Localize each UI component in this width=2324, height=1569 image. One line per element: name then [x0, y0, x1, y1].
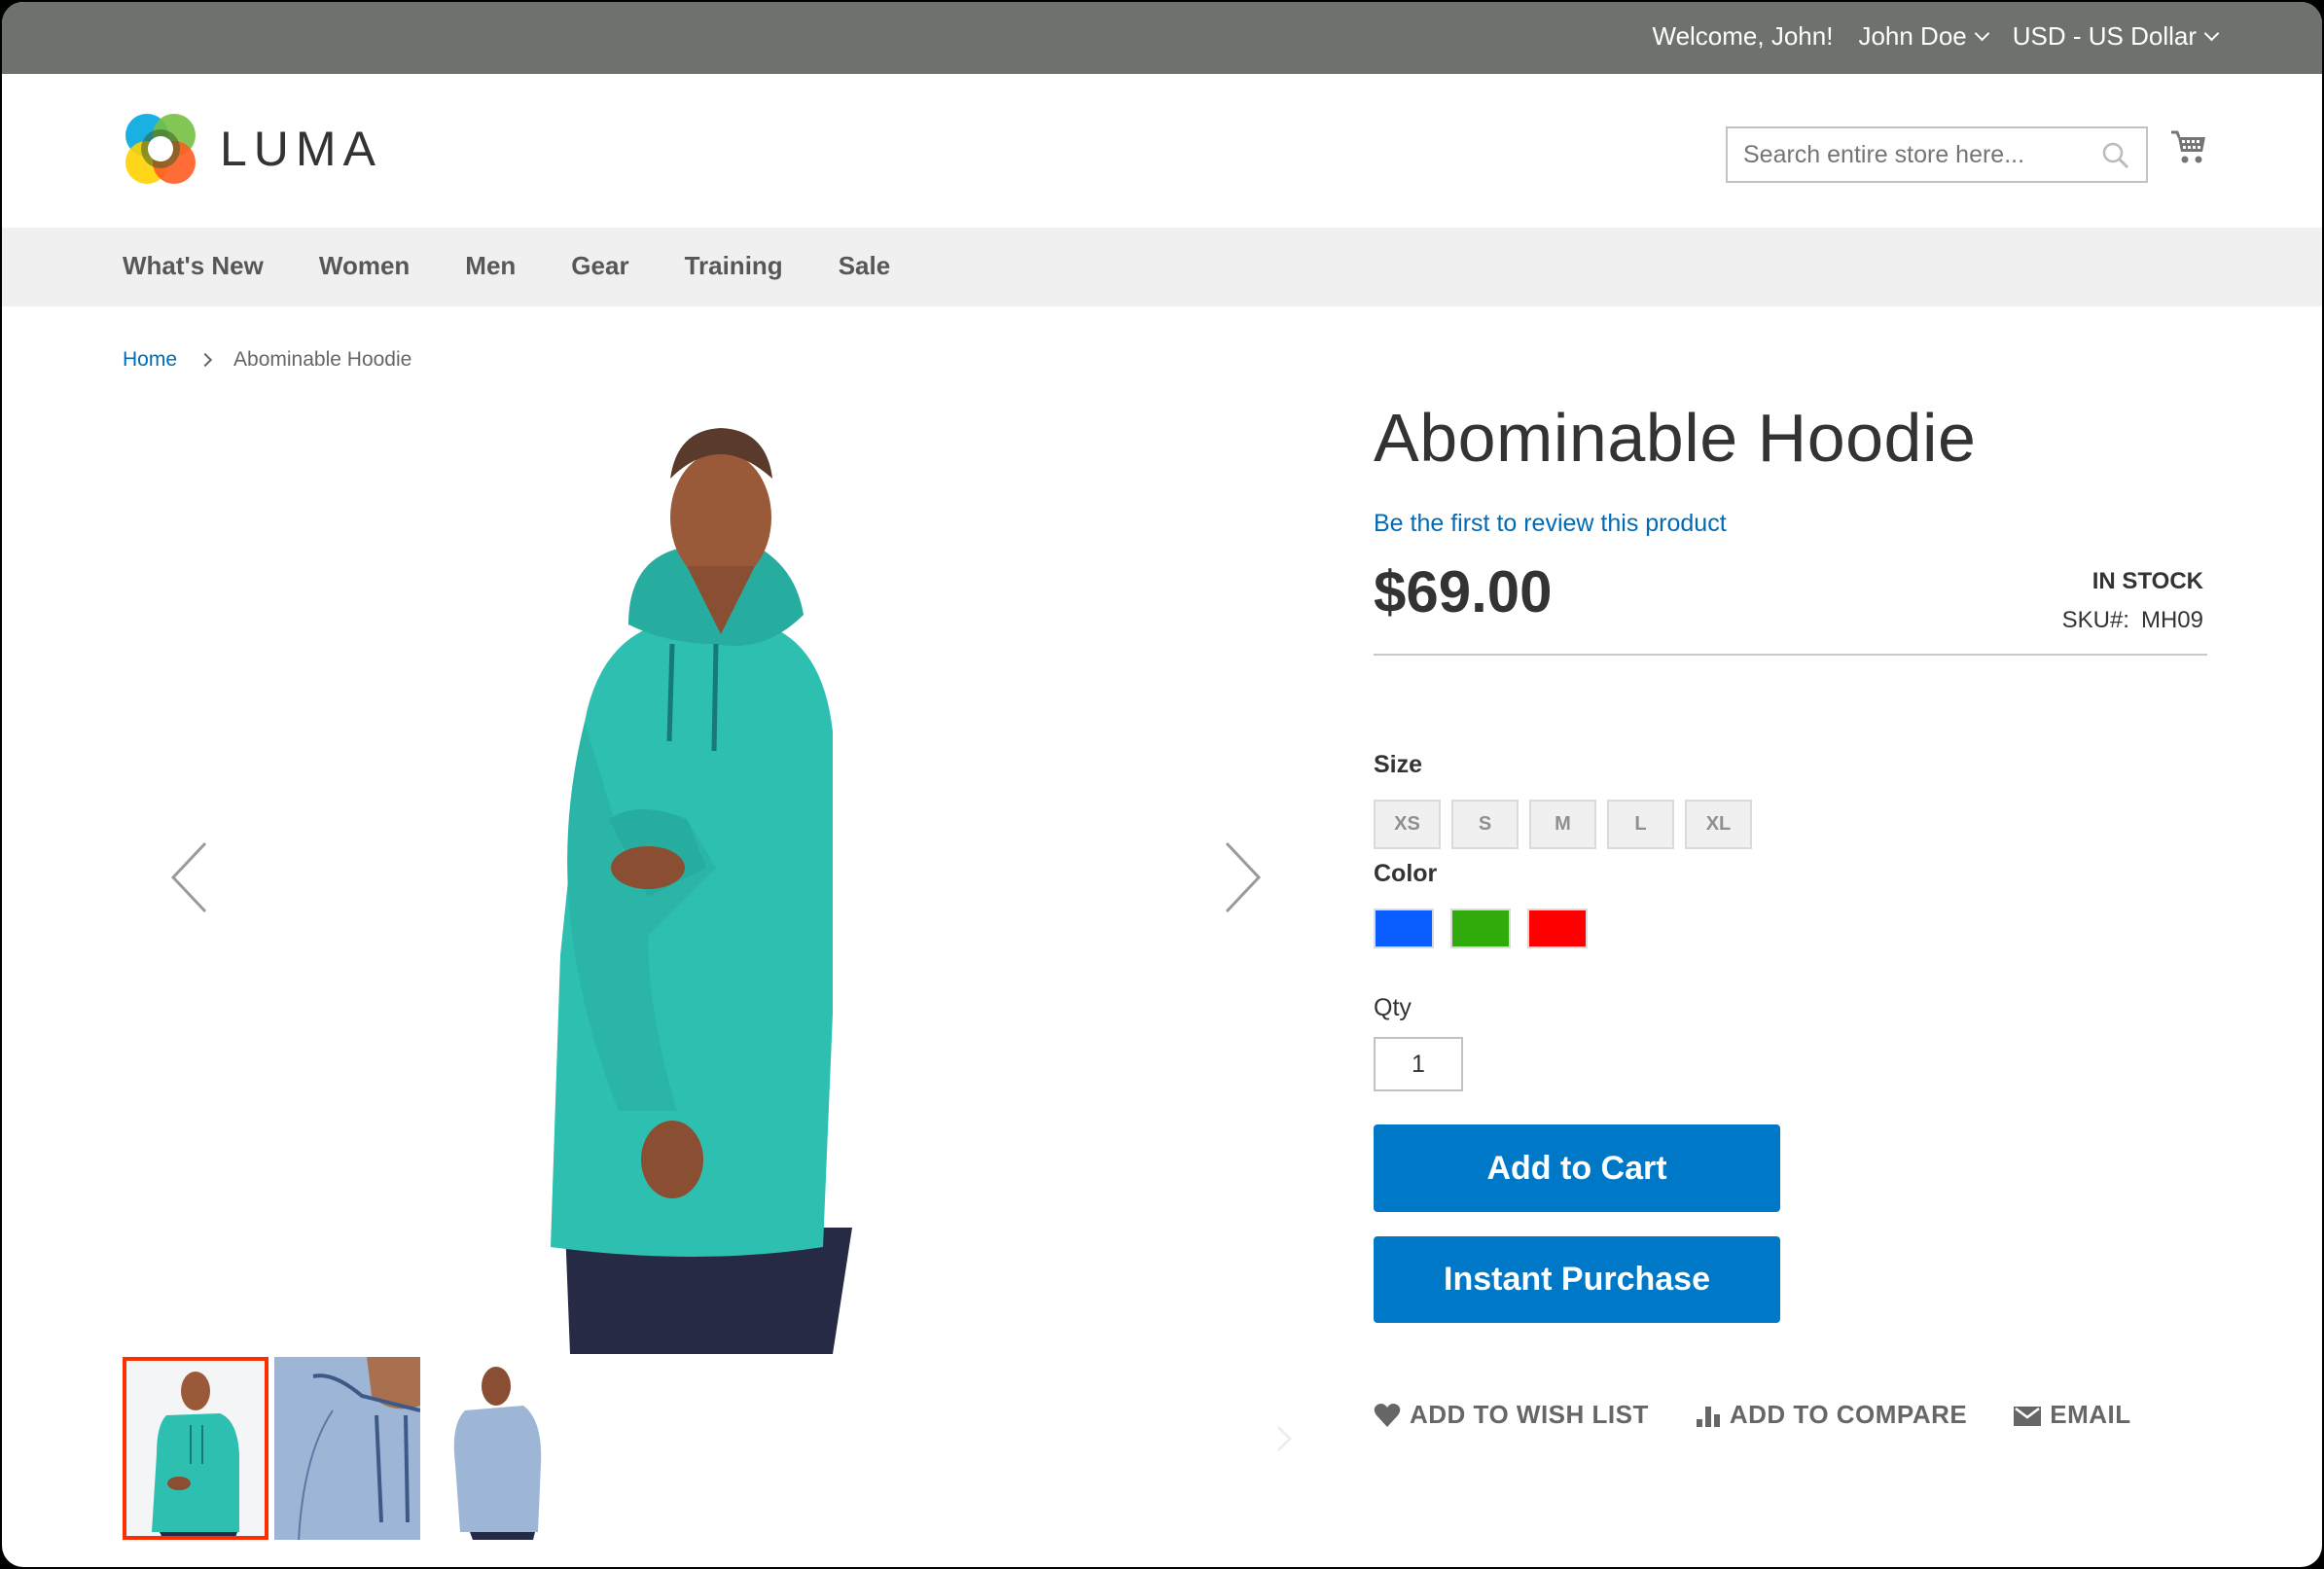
color-swatch-green[interactable] [1450, 909, 1511, 948]
size-option-s[interactable]: S [1451, 800, 1519, 849]
nav-item-training[interactable]: Training [685, 251, 783, 281]
size-option-xs[interactable]: XS [1374, 800, 1441, 849]
thumbnail-3[interactable] [426, 1357, 572, 1540]
color-swatch-red[interactable] [1527, 909, 1588, 948]
envelope-icon [2014, 1406, 2042, 1426]
compare-label: Add to Compare [1729, 1400, 1968, 1429]
breadcrumb-current: Abominable Hoodie [233, 348, 412, 371]
add-to-compare-link[interactable]: Add to Compare [1696, 1400, 1967, 1430]
search-icon[interactable] [2101, 141, 2130, 170]
stock-status: IN STOCK [2092, 568, 2203, 594]
size-option-l[interactable]: L [1607, 800, 1674, 849]
sku-label: SKU#: [2061, 607, 2129, 633]
chevron-down-icon [2203, 25, 2220, 42]
thumbnail-image [123, 1357, 268, 1540]
nav-item-whats-new[interactable]: What's New [123, 251, 264, 281]
thumbnail-1-active[interactable] [123, 1357, 268, 1540]
search-box [1726, 126, 2148, 183]
nav-item-gear[interactable]: Gear [571, 251, 628, 281]
add-to-cart-button[interactable]: Add to Cart [1374, 1124, 1780, 1212]
gallery-next-arrow[interactable] [1212, 838, 1270, 916]
gallery-prev-arrow[interactable] [161, 838, 220, 916]
browser-page: Welcome, John! John Doe USD - US Dollar … [2, 2, 2322, 1567]
product-sku: SKU#: MH09 [2062, 607, 2203, 634]
nav-item-sale[interactable]: Sale [839, 251, 891, 281]
top-panel: Welcome, John! John Doe USD - US Dollar [2, 2, 2322, 74]
main-navigation: What's New Women Men Gear Training Sale [2, 228, 2322, 306]
instant-purchase-button[interactable]: Instant Purchase [1374, 1236, 1780, 1323]
qty-input[interactable] [1374, 1037, 1463, 1091]
add-to-wishlist-link[interactable]: Add to Wish List [1374, 1400, 1649, 1430]
color-swatch-blue[interactable] [1374, 909, 1434, 948]
email-link[interactable]: Email [2014, 1400, 2130, 1430]
luma-logo-icon [125, 114, 196, 184]
chevron-down-icon [1974, 25, 1990, 42]
nav-item-women[interactable]: Women [319, 251, 410, 281]
qty-label: Qty [1374, 994, 1412, 1021]
currency-switcher[interactable]: USD - US Dollar [2012, 21, 2220, 52]
product-gallery [123, 410, 1290, 1354]
thumbnail-2[interactable] [274, 1357, 420, 1540]
compare-icon [1696, 1406, 1720, 1427]
product-title: Abominable Hoodie [1374, 400, 1977, 476]
welcome-message: Welcome, John! [1652, 21, 1834, 51]
cart-icon[interactable] [2169, 128, 2208, 167]
logo[interactable]: LUMA [123, 111, 382, 187]
color-label: Color [1374, 860, 1438, 887]
product-main-image[interactable] [541, 410, 1047, 1354]
email-label: Email [2050, 1400, 2131, 1429]
account-menu[interactable]: John Doe [1858, 21, 1990, 52]
color-options [1374, 909, 1588, 948]
size-label: Size [1374, 751, 1423, 778]
heart-icon [1374, 1403, 1401, 1427]
size-options: XS S M L XL [1374, 800, 1752, 849]
sku-value: MH09 [2140, 607, 2203, 633]
breadcrumb: Home Abominable Hoodie [123, 348, 411, 372]
gallery-thumbnails [123, 1357, 572, 1540]
divider [1374, 654, 2207, 656]
nav-item-men[interactable]: Men [465, 251, 516, 281]
review-link[interactable]: Be the first to review this product [1374, 510, 1727, 538]
chevron-right-icon [197, 352, 213, 368]
product-social-links: Add to Wish List Add to Compare Email [1374, 1400, 2131, 1430]
logo-text: LUMA [220, 122, 382, 176]
thumbnail-image [426, 1357, 572, 1540]
search-input[interactable] [1728, 128, 2078, 181]
currency-label: USD - US Dollar [2012, 21, 2197, 51]
thumbnail-next-arrow[interactable] [1274, 1424, 1294, 1453]
breadcrumb-home[interactable]: Home [123, 348, 177, 372]
size-option-m[interactable]: M [1529, 800, 1596, 849]
wishlist-label: Add to Wish List [1410, 1400, 1649, 1429]
account-menu-label: John Doe [1858, 21, 1967, 51]
thumbnail-image [274, 1357, 420, 1540]
product-price: $69.00 [1374, 559, 1553, 624]
size-option-xl[interactable]: XL [1685, 800, 1752, 849]
